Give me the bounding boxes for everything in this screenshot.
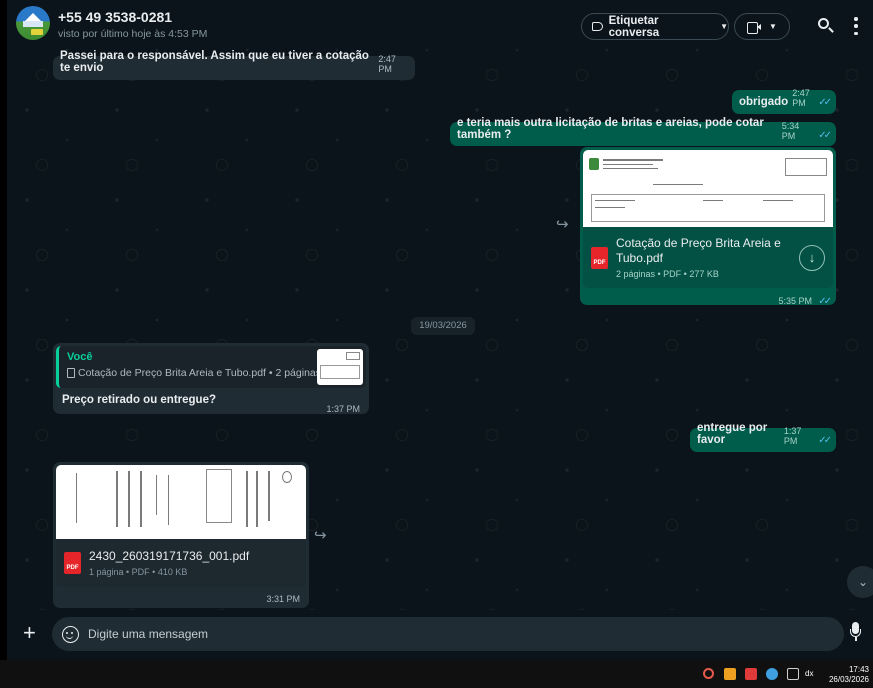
quoted-message[interactable]: Você Cotação de Preço Brita Areia e Tubo… (56, 346, 366, 388)
label-chat-button-label: Etiquetar conversa (608, 14, 660, 39)
document-preview[interactable] (56, 465, 306, 539)
read-receipt-icon: ✓✓ (818, 97, 832, 108)
document-meta: 2 páginas • PDF • 277 KB (616, 269, 719, 279)
document-meta: 1 página • PDF • 410 KB (89, 567, 188, 577)
chevron-down-icon: ▼ (720, 22, 728, 31)
read-receipt-icon: ✓✓ (818, 130, 832, 141)
date-separator: 19/03/2026 (411, 317, 475, 335)
quoted-document-thumbnail (317, 349, 363, 385)
clock-date: 26/03/2026 (828, 675, 869, 684)
document-icon (67, 368, 75, 378)
message-input-wrapper (52, 617, 844, 651)
message-incoming[interactable]: Passei para o responsável. Assim que eu … (53, 50, 415, 80)
search-icon (818, 18, 829, 29)
document-message-incoming[interactable]: PDF 2430_260319171736_001.pdf 1 página •… (53, 462, 309, 608)
contact-info[interactable]: +55 49 3538-0281 visto por último hoje à… (58, 9, 207, 40)
message-time: 2:47 PM (378, 54, 396, 74)
message-input[interactable] (88, 627, 788, 641)
message-outgoing[interactable]: entregue por favor 1:37 PM ✓✓ (690, 422, 836, 452)
message-text: e teria mais outra licitação de britas e… (457, 117, 764, 141)
message-incoming-reply[interactable]: Você Cotação de Preço Brita Areia e Tubo… (53, 343, 369, 414)
clock-time: 17:43 (848, 665, 869, 674)
message-text: obrigado (739, 96, 789, 108)
attach-button[interactable]: + (23, 620, 36, 646)
chat-header: +55 49 3538-0281 visto por último hoje à… (7, 0, 873, 46)
whatsapp-window: +55 49 3538-0281 visto por último hoje à… (7, 0, 873, 660)
video-camera-icon (747, 21, 761, 34)
document-name: Cotação de Preço Brita Areia e Tubo.pdf (616, 236, 781, 265)
volume-indicator[interactable]: dx (805, 669, 813, 679)
forward-icon[interactable]: ↪ (556, 215, 569, 233)
tag-icon (592, 22, 603, 31)
contact-avatar[interactable] (16, 6, 50, 40)
forward-icon[interactable]: ↪ (314, 526, 327, 544)
chevron-down-icon: ▼ (769, 22, 777, 31)
message-outgoing[interactable]: e teria mais outra licitação de britas e… (450, 117, 836, 146)
message-time: 5:35 PM (778, 296, 813, 306)
voice-message-button[interactable] (850, 622, 861, 642)
chevron-down-icon: ⌄ (857, 575, 869, 589)
video-call-button[interactable]: ▼ (734, 13, 790, 40)
plus-icon: + (23, 620, 36, 645)
document-name: 2430_260319171736_001.pdf (89, 549, 250, 563)
message-outgoing[interactable]: obrigado 2:47 PM ✓✓ (732, 88, 836, 114)
message-composer: + (7, 610, 873, 660)
app-tray-icon[interactable] (745, 668, 757, 680)
download-icon: ↓ (808, 250, 816, 265)
message-time: 1:37 PM (783, 426, 802, 446)
label-chat-button[interactable]: Etiquetar conversa ▼ (581, 13, 729, 40)
document-message-outgoing[interactable]: PDF Cotação de Preço Brita Areia e Tubo.… (580, 147, 836, 307)
scroll-to-bottom-button[interactable]: ⌄ (847, 566, 873, 598)
download-button[interactable]: ↓ (799, 244, 825, 271)
message-time: 2:47 PM (792, 88, 810, 108)
contact-name: +55 49 3538-0281 (58, 9, 173, 25)
message-text: Passei para o responsável. Assim que eu … (60, 50, 369, 74)
message-time: 5:34 PM (781, 121, 800, 141)
display-icon[interactable] (787, 668, 799, 680)
pdf-icon: PDF (64, 552, 81, 574)
message-time: 3:31 PM (266, 594, 300, 604)
taskbar-clock[interactable]: 17:43 26/03/2026 (825, 665, 869, 685)
message-time: 1:37 PM (326, 404, 360, 414)
search-button[interactable] (813, 14, 837, 38)
message-text: entregue por favor (697, 422, 768, 446)
app-tray-icon[interactable] (766, 668, 778, 680)
document-info[interactable]: PDF 2430_260319171736_001.pdf 1 página •… (56, 539, 306, 587)
read-receipt-icon: ✓✓ (818, 296, 832, 307)
document-info[interactable]: PDF Cotação de Preço Brita Areia e Tubo.… (583, 227, 833, 288)
more-options-button[interactable] (853, 17, 859, 35)
quoted-author: Você (67, 351, 93, 363)
document-preview[interactable] (583, 150, 833, 227)
read-receipt-icon: ✓✓ (818, 435, 832, 446)
emoji-icon[interactable] (62, 625, 79, 643)
message-text: Preço retirado ou entregue? (62, 394, 217, 406)
quoted-text: Cotação de Preço Brita Areia e Tubo.pdf … (78, 367, 321, 379)
app-tray-icon[interactable] (724, 668, 736, 680)
pdf-icon: PDF (591, 246, 608, 269)
sync-icon[interactable] (703, 668, 714, 679)
os-taskbar: dx 17:43 26/03/2026 (0, 660, 873, 688)
last-seen: visto por último hoje às 4:53 PM (58, 28, 208, 40)
